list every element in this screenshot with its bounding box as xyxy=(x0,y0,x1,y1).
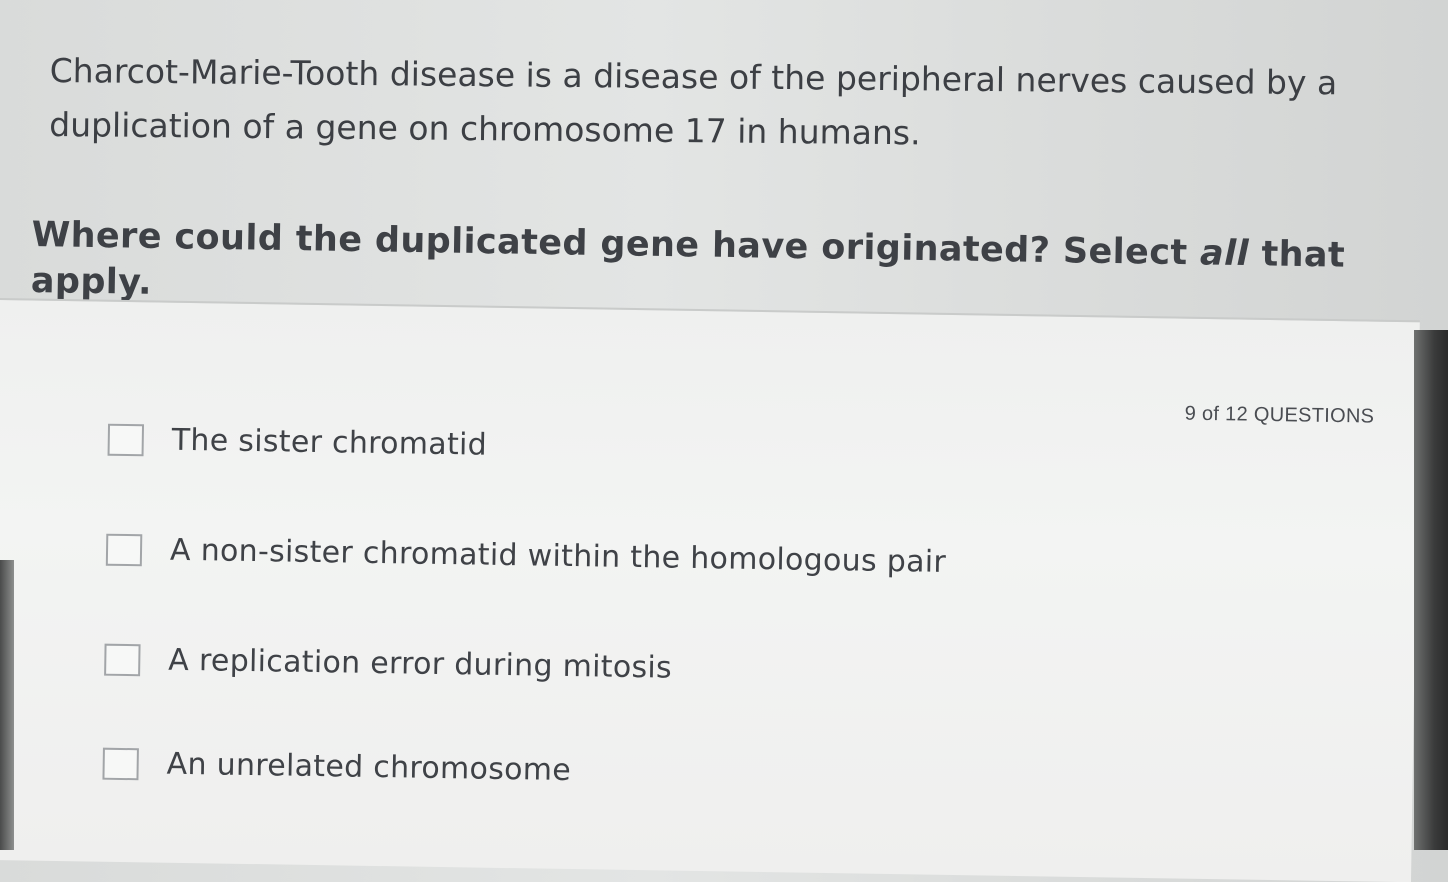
answer-options: The sister chromatid A non-sister chroma… xyxy=(101,420,1208,871)
screen-bezel-right xyxy=(1414,330,1448,850)
answer-checkbox[interactable] xyxy=(102,747,139,781)
answer-checkbox[interactable] xyxy=(105,533,143,567)
question-text-start: Where could the duplicated gene have ori… xyxy=(31,214,1201,274)
answer-option-sister-chromatid[interactable]: The sister chromatid xyxy=(107,420,1208,479)
answer-option-non-sister-chromatid[interactable]: A non-sister chromatid within the homolo… xyxy=(105,530,1207,589)
answer-option-unrelated-chromosome[interactable]: An unrelated chromosome xyxy=(102,744,1203,803)
answer-option-label: An unrelated chromosome xyxy=(166,746,572,789)
question-emphasis: all xyxy=(1199,233,1250,275)
screen-bezel-left xyxy=(0,560,14,850)
answer-panel: 9 of 12 QUESTIONS The sister chromatid A… xyxy=(0,298,1420,882)
answer-option-replication-error[interactable]: A replication error during mitosis xyxy=(104,640,1205,699)
answer-checkbox[interactable] xyxy=(107,423,145,457)
question-prompt: Charcot-Marie-Tooth disease is a disease… xyxy=(0,0,1448,303)
answer-option-label: A non-sister chromatid within the homolo… xyxy=(169,532,947,580)
answer-option-label: A replication error during mitosis xyxy=(168,642,673,686)
answer-checkbox[interactable] xyxy=(104,643,141,677)
question-progress: 9 of 12 QUESTIONS xyxy=(1184,402,1375,428)
answer-option-label: The sister chromatid xyxy=(171,422,488,463)
question-passage: Charcot-Marie-Tooth disease is a disease… xyxy=(49,50,1338,153)
